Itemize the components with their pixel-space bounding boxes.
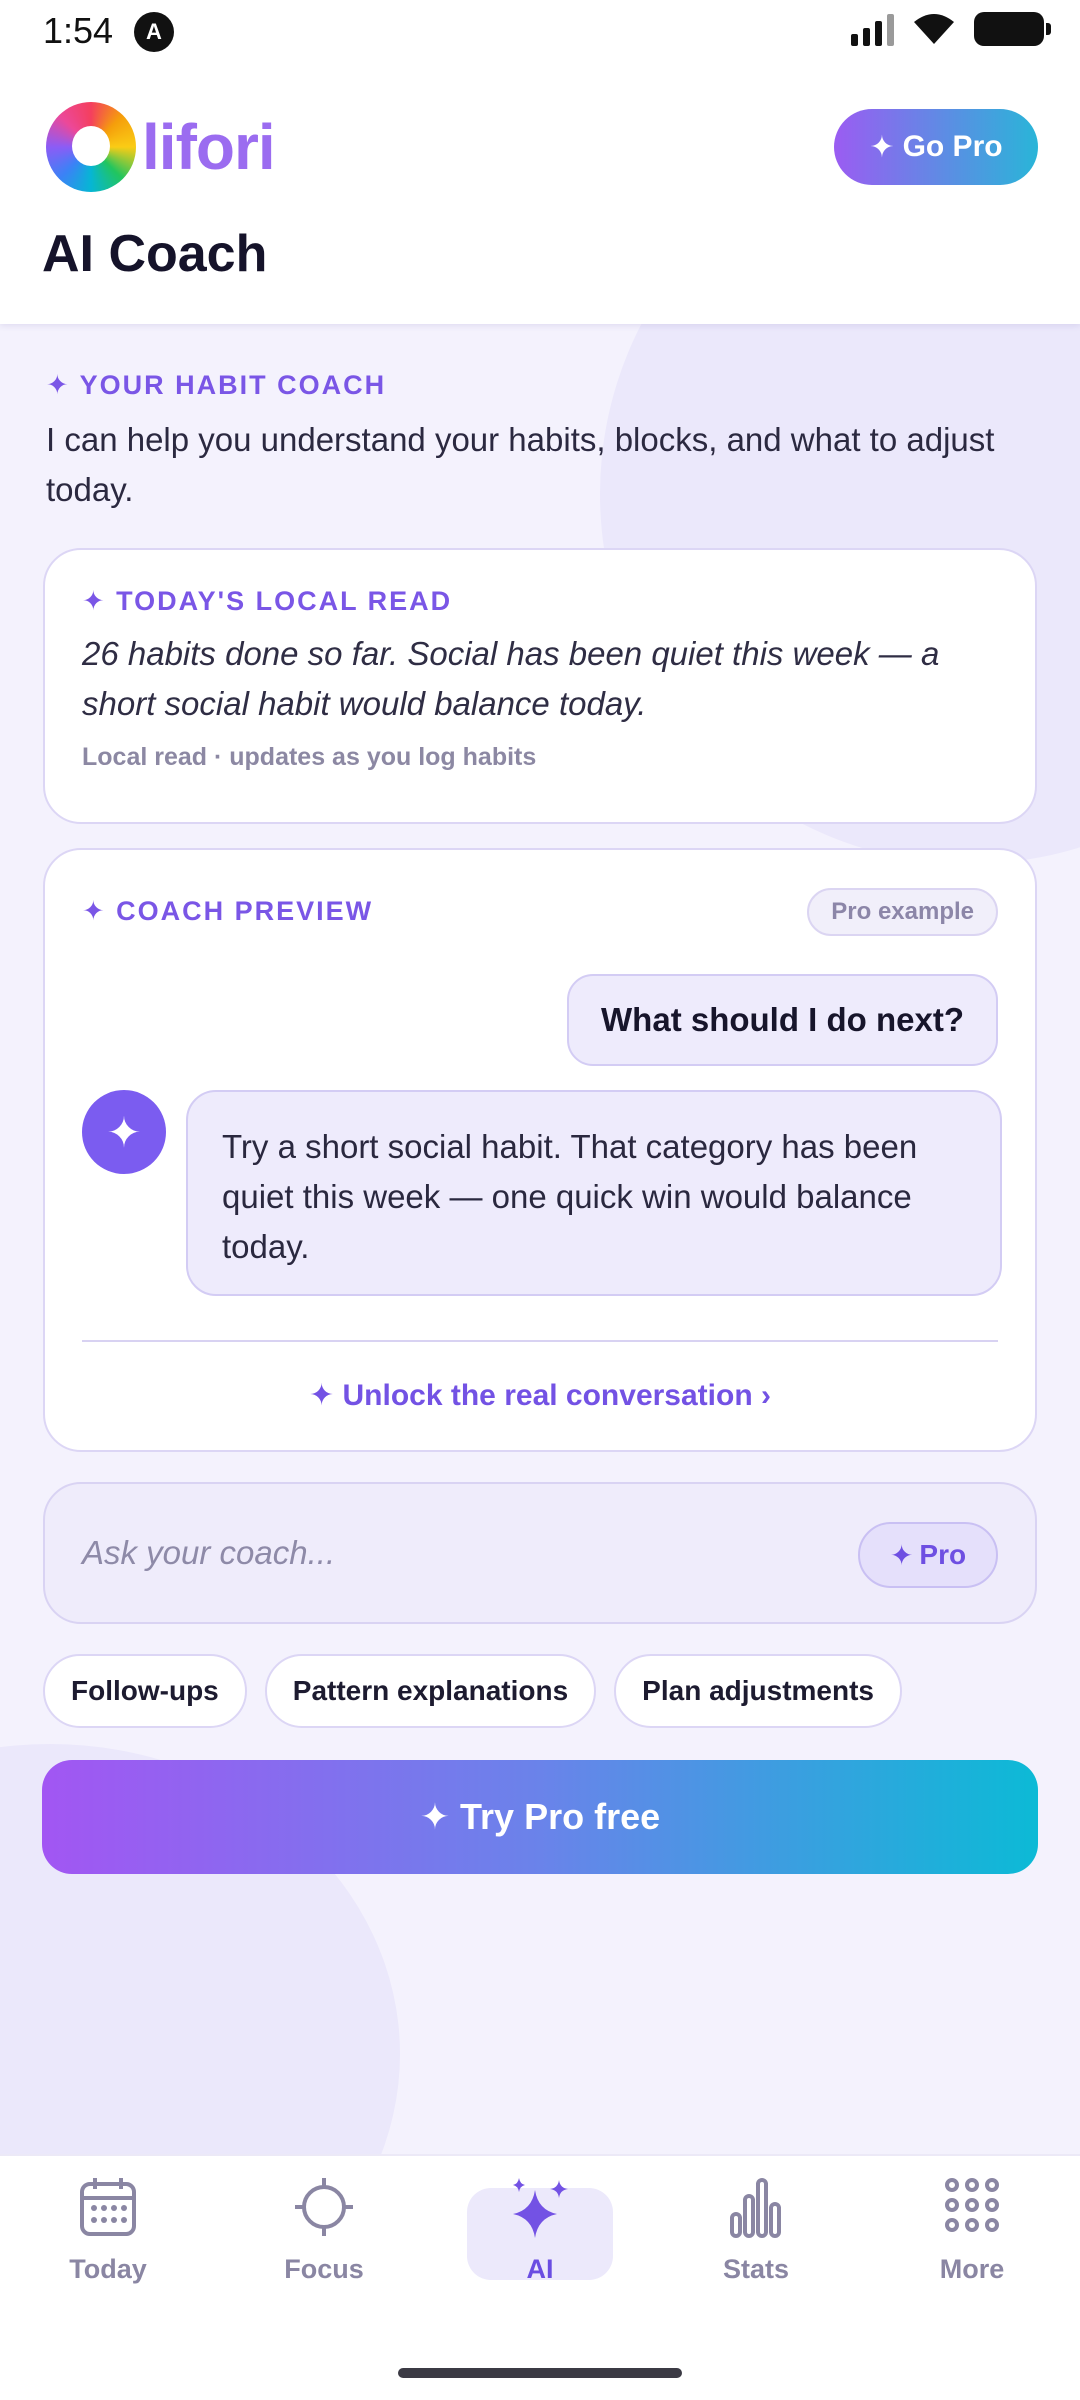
nav-item-today[interactable]: Today xyxy=(0,2156,216,2346)
sparkle-icon: ✦ xyxy=(106,1108,142,1156)
nav-item-stats[interactable]: Stats xyxy=(648,2156,864,2346)
nav-label: More xyxy=(939,2254,1005,2284)
divider xyxy=(82,1340,998,1342)
suggestion-chips: Follow-ups Pattern explanations Plan adj… xyxy=(43,1654,903,1728)
bar-chart-icon xyxy=(730,2178,781,2238)
unlock-label: Unlock the real conversation › xyxy=(342,1379,771,1412)
nav-label: Stats xyxy=(722,2254,790,2284)
wifi-icon xyxy=(914,14,954,44)
home-indicator[interactable] xyxy=(398,2368,682,2378)
ask-coach-input[interactable]: Ask your coach... ✦ Pro xyxy=(43,1482,1037,1624)
section-label: ✦ TODAY'S LOCAL READ xyxy=(82,586,999,617)
calendar-icon xyxy=(80,2178,136,2236)
bottom-nav: Today Focus AI Stats More xyxy=(0,2154,1080,2400)
local-read-label: TODAY'S LOCAL READ xyxy=(116,586,453,616)
grid-dots-icon xyxy=(945,2178,999,2232)
go-pro-button[interactable]: ✦ Go Pro xyxy=(834,109,1038,185)
chip-plan-adjustments[interactable]: Plan adjustments xyxy=(614,1654,903,1728)
coach-intro: ✦ YOUR HABIT COACH I can help you unders… xyxy=(46,370,1026,515)
logo-text: lifori xyxy=(142,111,276,183)
try-pro-free-button[interactable]: ✦ Try Pro free xyxy=(42,1760,1038,1874)
lifori-logo: lifori xyxy=(46,102,276,192)
local-read-card: ✦ TODAY'S LOCAL READ 26 habits done so f… xyxy=(43,548,1037,824)
nav-item-ai[interactable]: AI xyxy=(432,2156,648,2346)
local-read-meta: Local read · updates as you log habits xyxy=(82,743,537,771)
nav-label: AI xyxy=(526,2254,554,2284)
app-notification-icon: A xyxy=(134,12,174,52)
battery-icon xyxy=(974,12,1051,46)
nav-label: Focus xyxy=(284,2254,364,2284)
sparkles-icon xyxy=(513,2178,568,2238)
sparkle-icon: ✦ xyxy=(82,896,107,926)
status-time: 1:54 xyxy=(43,10,114,51)
coach-avatar: ✦ xyxy=(82,1090,166,1174)
sparkle-icon: ✦ xyxy=(46,370,71,400)
section-label: ✦ YOUR HABIT COACH xyxy=(46,370,1026,401)
page-title: AI Coach xyxy=(42,225,268,283)
user-message-bubble: What should I do next? xyxy=(567,974,998,1066)
chip-pattern-explanations[interactable]: Pattern explanations xyxy=(264,1654,597,1728)
try-pro-label: Try Pro free xyxy=(460,1796,661,1837)
pro-pill-label: Pro xyxy=(919,1539,967,1570)
local-read-text: 26 habits done so far. Social has been q… xyxy=(82,635,940,722)
pro-pill-button[interactable]: ✦ Pro xyxy=(858,1522,998,1588)
section-label: ✦ COACH PREVIEW xyxy=(82,896,373,927)
status-bar: 1:54 A xyxy=(0,0,1080,64)
crosshair-icon xyxy=(295,2178,353,2236)
main-content[interactable]: ✦ YOUR HABIT COACH I can help you unders… xyxy=(0,324,1080,2154)
signal-icon xyxy=(851,12,894,46)
chip-follow-ups[interactable]: Follow-ups xyxy=(43,1654,247,1728)
nav-item-focus[interactable]: Focus xyxy=(216,2156,432,2346)
coach-preview-label: COACH PREVIEW xyxy=(116,896,374,926)
coach-intro-label: YOUR HABIT COACH xyxy=(79,370,387,400)
coach-preview-card: ✦ COACH PREVIEW Pro example What should … xyxy=(43,848,1037,1452)
nav-label: Today xyxy=(69,2254,147,2284)
nav-item-more[interactable]: More xyxy=(864,2156,1080,2346)
sparkle-icon: ✦ xyxy=(419,1796,451,1837)
sparkle-icon: ✦ xyxy=(869,130,895,164)
go-pro-label: Go Pro xyxy=(902,130,1003,163)
status-icons xyxy=(851,12,1051,46)
app-header: lifori ✦ Go Pro AI Coach xyxy=(0,64,1080,324)
coach-message-bubble: Try a short social habit. That category … xyxy=(186,1090,1002,1296)
pro-example-badge: Pro example xyxy=(807,888,998,936)
logo-mark-icon xyxy=(46,102,136,192)
sparkle-icon: ✦ xyxy=(309,1379,335,1412)
unlock-conversation-link[interactable]: ✦ Unlock the real conversation › xyxy=(45,1378,1035,1413)
sparkle-icon: ✦ xyxy=(889,1539,914,1571)
coach-intro-text: I can help you understand your habits, b… xyxy=(46,421,995,508)
sparkle-icon: ✦ xyxy=(82,586,107,616)
ask-coach-placeholder: Ask your coach... xyxy=(82,1534,336,1571)
